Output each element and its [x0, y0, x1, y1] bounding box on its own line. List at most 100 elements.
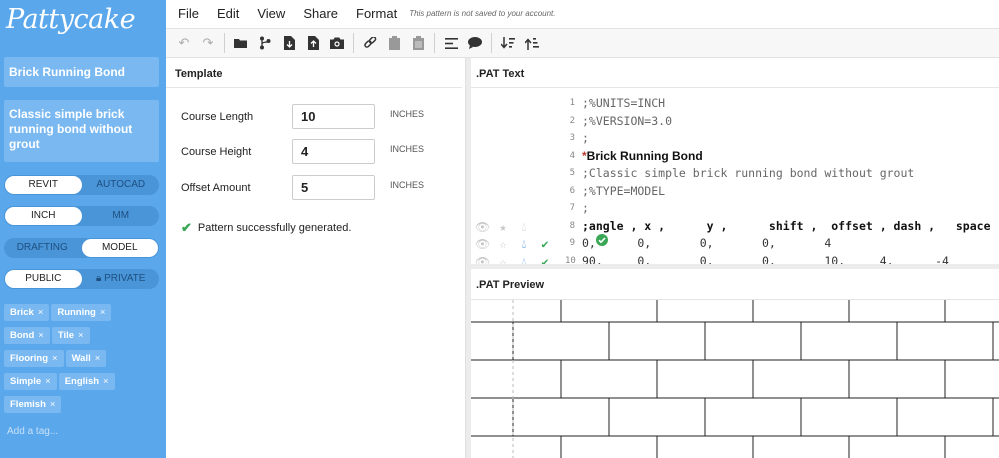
- star-outline-icon[interactable]: ☆: [496, 255, 510, 265]
- code-text[interactable]: 90, 0, 0, 0, 10, 4, -4: [582, 254, 949, 265]
- tag-label: Running: [57, 307, 96, 318]
- toolbar-divider: [353, 33, 354, 53]
- offset-amount-row: Offset Amount INCHES: [181, 175, 461, 201]
- line-gutter-icons: 👁︎ ☆ 💧︎ ✔: [475, 255, 552, 265]
- pattern-description-field[interactable]: Classic simple brick running bond withou…: [4, 100, 159, 162]
- link-icon[interactable]: [358, 32, 382, 54]
- lock-icon: 🔒︎: [96, 273, 102, 284]
- check-icon[interactable]: ✔: [538, 237, 552, 252]
- save-status-note: This pattern is not saved to your accoun…: [409, 8, 556, 18]
- offset-amount-label: Offset Amount: [181, 182, 251, 194]
- toolbar-divider: [224, 33, 225, 53]
- offset-amount-input[interactable]: [292, 175, 375, 200]
- paste-icon[interactable]: [406, 32, 430, 54]
- line-number: 4: [569, 150, 575, 161]
- toggle-private[interactable]: 🔒︎ PRIVATE: [83, 269, 160, 289]
- star-outline-icon[interactable]: ☆: [496, 237, 510, 252]
- line-gutter-icons: 👁︎ ☆ 💧︎ ✔: [475, 237, 552, 252]
- remove-tag-icon[interactable]: ×: [52, 353, 58, 364]
- line-number: 7: [569, 203, 575, 213]
- tag-label: Simple: [10, 376, 42, 387]
- line-number: 8: [569, 220, 575, 231]
- code-text[interactable]: ;%TYPE=MODEL: [582, 184, 665, 198]
- undo-icon[interactable]: ↶: [172, 32, 196, 54]
- sort-up-icon[interactable]: [520, 32, 544, 54]
- course-length-input[interactable]: [292, 104, 375, 129]
- remove-tag-icon[interactable]: ×: [103, 376, 109, 387]
- toggle-drafting[interactable]: DRAFTING: [4, 238, 81, 258]
- toggle-revit[interactable]: REVIT: [5, 176, 82, 194]
- eye-icon[interactable]: 👁︎: [475, 255, 490, 265]
- toggle-model[interactable]: MODEL: [81, 239, 158, 257]
- copy-icon[interactable]: [382, 32, 406, 54]
- code-text[interactable]: ;Classic simple brick running bond witho…: [582, 166, 914, 180]
- remove-tag-icon[interactable]: ×: [45, 376, 51, 387]
- tag-label: English: [64, 376, 100, 387]
- remove-tag-icon[interactable]: ×: [38, 307, 44, 318]
- code-line: 7 ;: [471, 201, 999, 218]
- menu-share[interactable]: Share: [303, 6, 338, 21]
- drop-icon[interactable]: 💧︎: [517, 237, 531, 252]
- units-toggle: INCH MM: [4, 206, 159, 226]
- tag: Bond ×: [4, 327, 50, 344]
- align-icon[interactable]: [439, 32, 463, 54]
- pattern-name-field[interactable]: Brick Running Bond: [4, 57, 159, 87]
- redo-icon[interactable]: ↷: [196, 32, 220, 54]
- line-number: 5: [569, 168, 575, 178]
- remove-tag-icon[interactable]: ×: [95, 353, 101, 364]
- tag-label: Brick: [10, 307, 34, 318]
- drop-icon[interactable]: 💧︎: [517, 255, 531, 265]
- pattern-preview-canvas[interactable]: [471, 300, 999, 458]
- line-number: 9: [569, 238, 575, 248]
- code-text[interactable]: ;%VERSION=3.0: [582, 114, 672, 128]
- branch-icon[interactable]: [253, 32, 277, 54]
- toggle-public[interactable]: PUBLIC: [5, 270, 82, 288]
- check-icon[interactable]: ✔: [538, 255, 552, 265]
- code-text[interactable]: ;%UNITS=INCH: [582, 96, 665, 110]
- code-text[interactable]: *Brick Running Bond: [582, 149, 703, 163]
- code-text[interactable]: 0, 0, 0, 0, 4: [582, 236, 831, 250]
- menu-edit[interactable]: Edit: [217, 6, 239, 21]
- toolbar-divider: [434, 33, 435, 53]
- remove-tag-icon[interactable]: ×: [38, 330, 44, 341]
- menubar: File Edit View Share Format This pattern…: [166, 0, 999, 26]
- add-tag-input[interactable]: Add a tag...: [7, 426, 58, 437]
- tag: Wall ×: [65, 350, 107, 367]
- tag: English ×: [58, 373, 115, 390]
- code-text[interactable]: ;: [582, 201, 589, 215]
- comment-icon[interactable]: [463, 32, 487, 54]
- camera-icon[interactable]: [325, 32, 349, 54]
- menu-view[interactable]: View: [257, 6, 285, 21]
- menu-format[interactable]: Format: [356, 6, 397, 21]
- remove-tag-icon[interactable]: ×: [78, 330, 84, 341]
- menu-file[interactable]: File: [178, 6, 199, 21]
- course-height-input[interactable]: [292, 139, 375, 164]
- pat-text-header: .PAT Text: [471, 58, 999, 88]
- line-number: 2: [569, 115, 575, 126]
- import-icon[interactable]: [277, 32, 301, 54]
- open-folder-icon[interactable]: [229, 32, 253, 54]
- template-title: Template: [175, 68, 223, 80]
- software-toggle: REVIT AUTOCAD: [4, 175, 159, 195]
- app-logo: Pattycake: [6, 4, 136, 35]
- eye-icon[interactable]: 👁︎: [475, 237, 490, 252]
- code-text[interactable]: ;angle , x , y , shift , offset , dash ,…: [582, 219, 991, 233]
- toggle-inch[interactable]: INCH: [5, 207, 82, 225]
- code-line: 5 ;Classic simple brick running bond wit…: [471, 166, 999, 183]
- line-number: 10: [565, 255, 576, 265]
- remove-tag-icon[interactable]: ×: [100, 307, 106, 318]
- remove-tag-icon[interactable]: ×: [50, 399, 56, 410]
- export-icon[interactable]: [301, 32, 325, 54]
- tag-label: Flooring: [10, 353, 48, 364]
- tag-label: Wall: [71, 353, 91, 364]
- code-text[interactable]: ;: [582, 131, 589, 145]
- sort-down-icon[interactable]: [496, 32, 520, 54]
- template-header: Template: [166, 58, 462, 88]
- status-message: ✔ Pattern successfully generated.: [181, 220, 351, 236]
- toggle-autocad[interactable]: AUTOCAD: [83, 175, 160, 195]
- line-number: 1: [569, 98, 575, 108]
- visibility-toggle: PUBLIC 🔒︎ PRIVATE: [4, 269, 159, 289]
- course-height-unit: INCHES: [390, 144, 425, 154]
- check-icon: ✔: [181, 220, 192, 235]
- toggle-mm[interactable]: MM: [83, 206, 160, 226]
